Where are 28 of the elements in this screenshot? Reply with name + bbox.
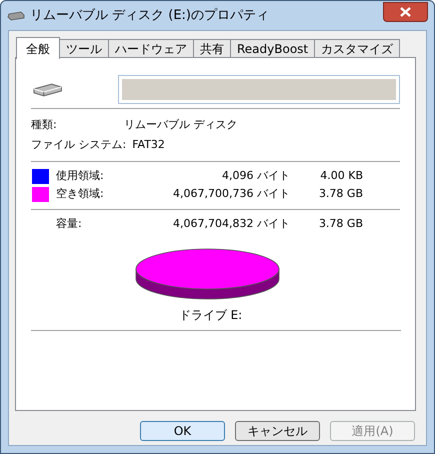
property-value: FAT32 <box>132 136 165 153</box>
byte-count: 4,067,704,832 バイト <box>172 216 290 232</box>
property-label: ファイル システム: <box>31 136 128 153</box>
tab[interactable]: カスタマイズ <box>315 39 400 58</box>
size-value: 3.78 GB <box>318 216 363 232</box>
dialog-button[interactable]: キャンセル <box>235 421 320 441</box>
size-value: 4.00 KB <box>319 168 363 184</box>
space-label: 使用領域: <box>56 168 105 184</box>
tab[interactable]: ツール <box>60 39 109 58</box>
window-title: リムーバブル ディスク (E:)のプロパティ <box>30 6 270 25</box>
space-label: 空き領域: <box>56 186 105 202</box>
space-label: 容量: <box>56 216 83 232</box>
byte-count: 4,096 バイト <box>221 168 290 184</box>
drive-label: ドライブ E: <box>178 307 242 324</box>
property-label: 種類: <box>31 116 58 133</box>
tab[interactable]: 共有 <box>194 39 231 58</box>
close-button[interactable] <box>383 2 428 22</box>
drive-icon <box>7 10 25 20</box>
tab[interactable]: 全般 <box>16 37 60 59</box>
dialog-button[interactable]: OK <box>140 421 225 441</box>
byte-count: 4,067,700,736 バイト <box>172 186 290 202</box>
tab[interactable]: ハードウェア <box>109 39 194 58</box>
property-value: リムーバブル ディスク <box>124 116 238 133</box>
size-value: 3.78 GB <box>318 186 363 202</box>
tab[interactable]: ReadyBoost <box>231 39 316 58</box>
drive-icon <box>32 81 64 97</box>
name-field[interactable] <box>118 74 400 104</box>
close-icon <box>400 6 411 16</box>
